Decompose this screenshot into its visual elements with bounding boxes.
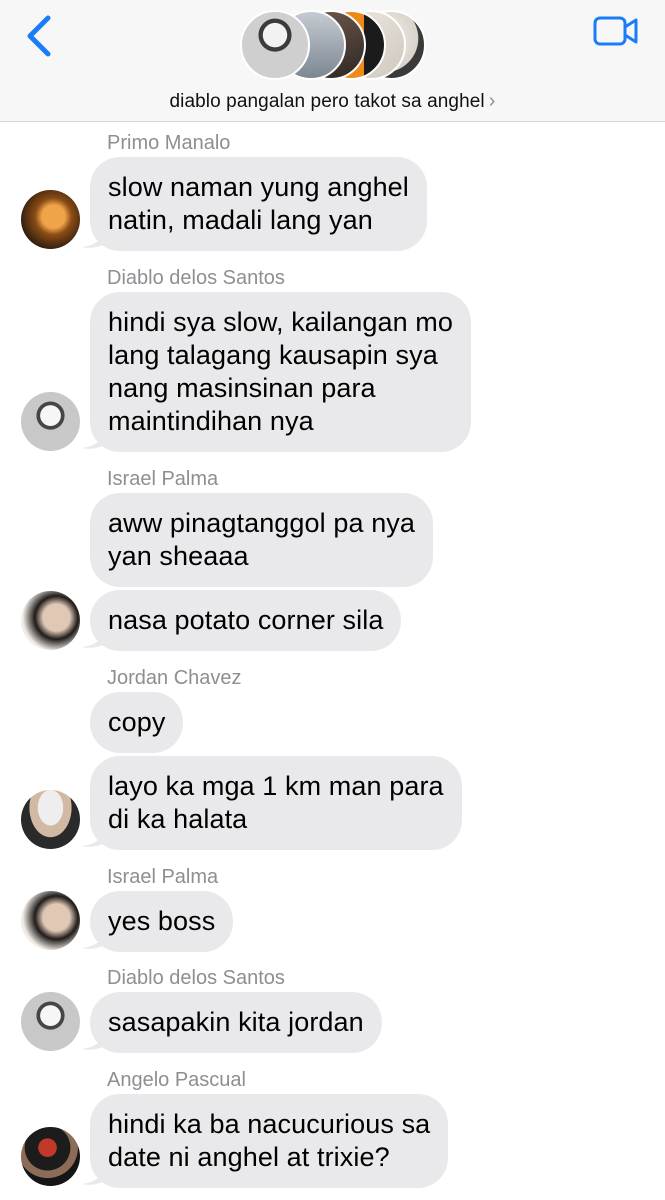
message-bubble[interactable]: aww pinagtanggol pa nya yan sheaaa [90, 493, 434, 587]
sender-name: Israel Palma [107, 866, 219, 888]
sender-name: Jordan Chavez [107, 667, 242, 689]
bubble-tail [82, 428, 108, 449]
sender-avatar[interactable] [21, 190, 80, 249]
bubble-tail [82, 227, 108, 248]
sender-name: Israel Palma [107, 468, 219, 490]
back-button[interactable] [24, 14, 56, 58]
message-bubble[interactable]: nasa potato corner sila [90, 590, 402, 651]
sender-name: Primo Manalo [107, 132, 231, 154]
bubble-tail [82, 928, 108, 949]
video-camera-icon [593, 16, 638, 46]
sender-avatar[interactable] [21, 891, 80, 950]
bubble-tail [82, 1164, 108, 1185]
message-bubble[interactable]: sasapakin kita jordan [90, 992, 382, 1053]
video-call-button[interactable] [592, 14, 640, 48]
message-bubble[interactable]: slow naman yung anghel natin, madali lan… [90, 157, 427, 251]
sender-name: Diablo delos Santos [107, 267, 285, 289]
group-member-avatar [240, 10, 310, 80]
sender-avatar[interactable] [21, 1127, 80, 1186]
sender-avatar[interactable] [21, 790, 80, 849]
message-bubble[interactable]: hindi sya slow, kailangan mo lang talaga… [90, 292, 471, 452]
bubble-tail [82, 627, 108, 648]
sender-avatar[interactable] [21, 591, 80, 650]
sender-avatar[interactable] [21, 392, 80, 451]
chevron-left-icon [27, 15, 51, 57]
chevron-right-icon: › [488, 90, 496, 112]
sender-avatar[interactable] [21, 992, 80, 1051]
sender-name: Angelo Pascual [107, 1069, 246, 1091]
group-avatar-stack[interactable] [240, 10, 426, 82]
bubble-tail [82, 826, 108, 847]
conversation-header: diablo pangalan pero takot sa anghel › [0, 0, 665, 122]
message-bubble[interactable]: hindi ka ba nacucurious sa date ni anghe… [90, 1094, 449, 1188]
group-name: diablo pangalan pero takot sa anghel [169, 91, 485, 112]
message-bubble[interactable]: yes boss [90, 891, 234, 952]
bubble-tail [82, 1029, 108, 1050]
group-name-button[interactable]: diablo pangalan pero takot sa anghel › [0, 90, 665, 113]
message-bubble[interactable]: copy [90, 692, 184, 753]
message-bubble[interactable]: layo ka mga 1 km man para di ka halata [90, 756, 462, 850]
sender-name: Diablo delos Santos [107, 967, 285, 989]
